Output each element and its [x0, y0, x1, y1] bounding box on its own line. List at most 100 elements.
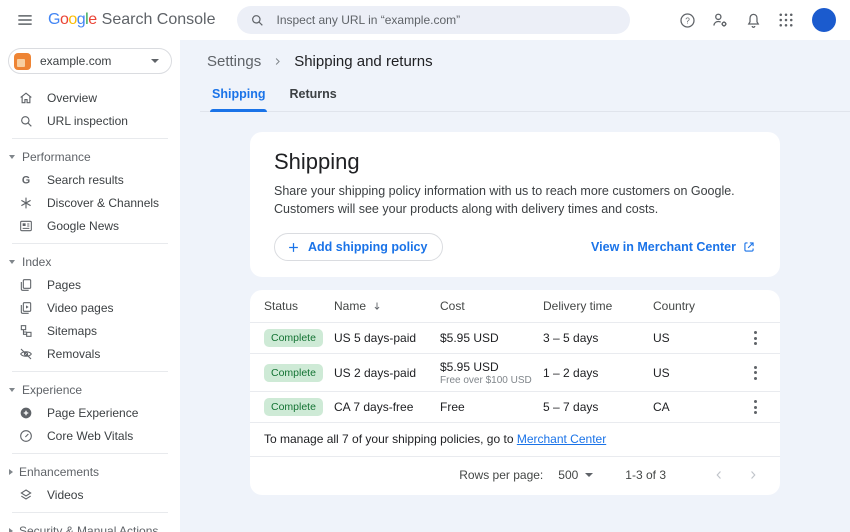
row-more-options-icon[interactable]: [744, 396, 766, 418]
status-badge: Complete: [264, 398, 323, 416]
help-icon[interactable]: ?: [674, 7, 700, 33]
chevron-down-icon: [9, 260, 15, 264]
sidebar-item-discover-channels[interactable]: Discover & Channels: [0, 191, 180, 214]
sidebar-item-google-news[interactable]: Google News: [0, 214, 180, 237]
sidebar-section-index[interactable]: Index: [0, 250, 180, 273]
merchant-center-link[interactable]: Merchant Center: [517, 432, 606, 446]
section-label: Index: [22, 255, 51, 269]
user-settings-icon[interactable]: [707, 7, 733, 33]
row-more-options-icon[interactable]: [744, 362, 766, 384]
pages-icon: [18, 277, 34, 293]
eye-off-icon: [18, 346, 34, 362]
sidebar-item-label: Search results: [47, 173, 124, 187]
sidebar-item-label: URL inspection: [47, 114, 128, 128]
divider: [12, 512, 168, 513]
sidebar-item-video-pages[interactable]: Video pages: [0, 296, 180, 319]
sidebar-item-pages[interactable]: Pages: [0, 273, 180, 296]
status-badge: Complete: [264, 364, 323, 382]
shipping-policies-table: Status Name Cost Delivery time Country C…: [250, 290, 780, 495]
sidebar-item-sitemaps[interactable]: Sitemaps: [0, 319, 180, 342]
news-icon: [18, 218, 34, 234]
shipping-info-card: Shipping Share your shipping policy info…: [250, 132, 780, 277]
col-header-name-label: Name: [334, 299, 366, 313]
sort-descending-icon: [371, 300, 383, 312]
policy-name: CA 7 days-free: [334, 400, 440, 414]
sidebar-item-label: Sitemaps: [47, 324, 97, 338]
property-selector[interactable]: example.com: [8, 48, 172, 74]
home-icon: [18, 90, 34, 106]
policy-cost: $5.95 USD: [440, 331, 543, 345]
google-search-console-logo: Google Search Console: [48, 11, 215, 29]
apps-grid-icon[interactable]: [773, 7, 799, 33]
section-label: Experience: [22, 383, 82, 397]
chevron-right-icon: [9, 469, 13, 475]
sidebar-item-core-web-vitals[interactable]: Core Web Vitals: [0, 424, 180, 447]
sidebar-item-search-results[interactable]: G Search results: [0, 168, 180, 191]
search-icon: [18, 113, 34, 129]
section-label: Performance: [22, 150, 91, 164]
sidebar-section-performance[interactable]: Performance: [0, 145, 180, 168]
sidebar-item-videos[interactable]: Videos: [0, 483, 180, 506]
speedometer-icon: [18, 428, 34, 444]
main-content: Settings Shipping and returns Shipping R…: [180, 40, 850, 532]
description-line-2: Customers will see your products along w…: [274, 200, 756, 218]
rows-per-page-select[interactable]: 500: [558, 468, 593, 482]
sidebar-item-overview[interactable]: Overview: [0, 86, 180, 109]
table-row: Complete CA 7 days-free Free 5 – 7 days …: [250, 392, 780, 423]
sidebar-section-experience[interactable]: Experience: [0, 378, 180, 401]
discover-sparkle-icon: [18, 195, 34, 211]
description-line-1: Share your shipping policy information w…: [274, 182, 756, 200]
policy-country: US: [653, 366, 744, 380]
video-pages-icon: [18, 300, 34, 316]
sidebar-item-removals[interactable]: Removals: [0, 342, 180, 365]
tab-shipping[interactable]: Shipping: [200, 80, 277, 111]
chevron-down-icon: [9, 155, 15, 159]
svg-text:G: G: [22, 174, 30, 186]
col-header-status[interactable]: Status: [264, 299, 334, 313]
policy-delivery-time: 3 – 5 days: [543, 331, 653, 345]
rows-per-page-label: Rows per page:: [459, 468, 543, 482]
link-label: View in Merchant Center: [591, 240, 736, 254]
tabs: Shipping Returns: [200, 80, 850, 112]
sidebar-item-url-inspection[interactable]: URL inspection: [0, 109, 180, 132]
property-icon: [14, 53, 31, 70]
tab-returns[interactable]: Returns: [277, 80, 348, 111]
sidebar-section-enhancements[interactable]: Enhancements: [0, 460, 180, 483]
policy-name: US 5 days-paid: [334, 331, 440, 345]
col-header-country[interactable]: Country: [653, 299, 744, 313]
previous-page-icon[interactable]: [708, 464, 730, 486]
chevron-down-icon: [9, 388, 15, 392]
search-icon: [249, 12, 265, 28]
view-in-merchant-center-link[interactable]: View in Merchant Center: [591, 240, 756, 254]
property-label: example.com: [40, 54, 142, 68]
col-header-cost[interactable]: Cost: [440, 299, 543, 313]
add-shipping-policy-button[interactable]: Add shipping policy: [274, 233, 443, 261]
policy-delivery-time: 5 – 7 days: [543, 400, 653, 414]
breadcrumb-settings[interactable]: Settings: [207, 53, 261, 70]
avatar[interactable]: [812, 8, 836, 32]
sidebar-item-label: Page Experience: [47, 406, 138, 420]
card-actions: Add shipping policy View in Merchant Cen…: [274, 233, 756, 261]
divider: [12, 453, 168, 454]
page-title: Shipping: [274, 149, 756, 175]
layers-icon: [18, 487, 34, 503]
next-page-icon[interactable]: [742, 464, 764, 486]
notifications-bell-icon[interactable]: [740, 7, 766, 33]
sidebar-item-label: Discover & Channels: [47, 196, 159, 210]
table-header-row: Status Name Cost Delivery time Country: [250, 290, 780, 323]
table-pagination: Rows per page: 500 1-3 of 3: [250, 457, 780, 493]
row-more-options-icon[interactable]: [744, 327, 766, 349]
sidebar-section-security-manual-actions[interactable]: Security & Manual Actions: [0, 519, 180, 532]
policy-cost: Free: [440, 400, 543, 414]
col-header-name[interactable]: Name: [334, 299, 440, 313]
pagination-range: 1-3 of 3: [625, 468, 666, 482]
menu-icon[interactable]: [12, 7, 38, 33]
divider: [12, 138, 168, 139]
sidebar-item-label: Video pages: [47, 301, 114, 315]
col-header-delivery-time[interactable]: Delivery time: [543, 299, 653, 313]
status-badge: Complete: [264, 329, 323, 347]
search-input[interactable]: [274, 12, 618, 28]
url-inspect-searchbar[interactable]: [237, 6, 630, 34]
dropdown-caret-icon: [585, 473, 593, 477]
sidebar-item-page-experience[interactable]: Page Experience: [0, 401, 180, 424]
